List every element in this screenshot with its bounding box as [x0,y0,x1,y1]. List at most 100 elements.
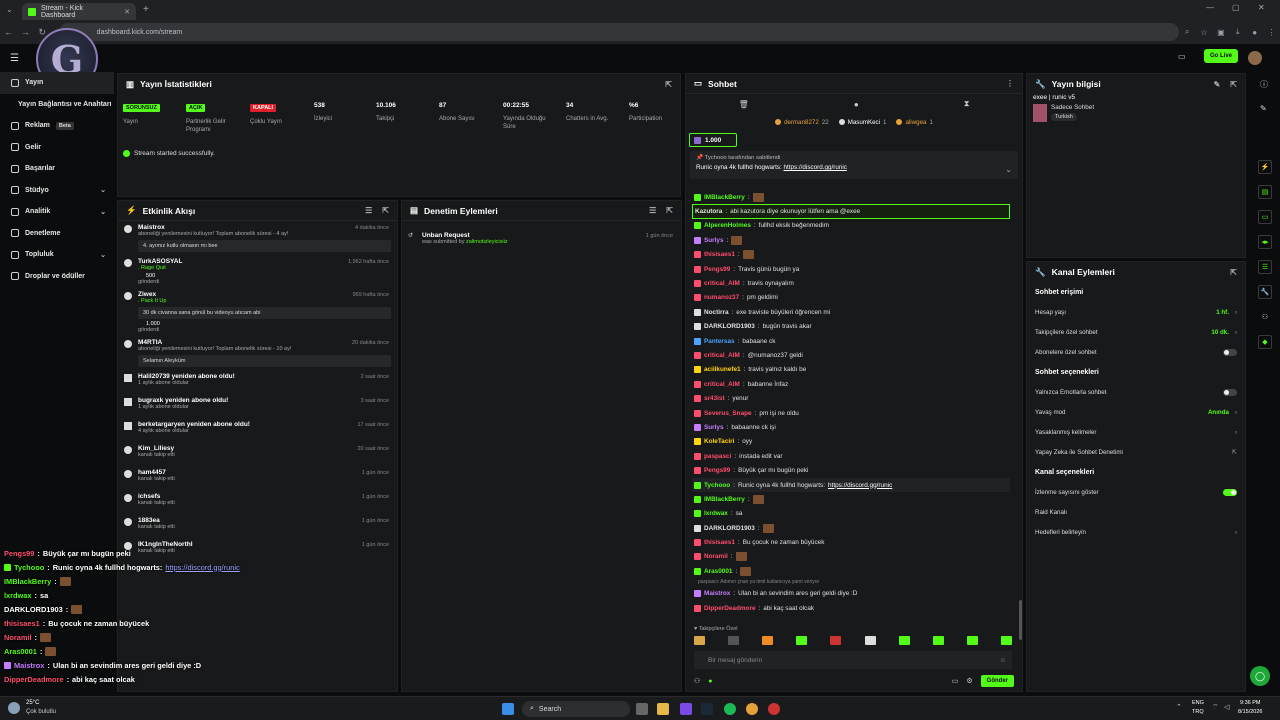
external-link-icon[interactable]: ⇱ [1232,449,1237,456]
chat-username[interactable]: Maistrox [704,590,730,597]
emoji-icon[interactable]: ☺ [999,657,1006,664]
list-icon[interactable]: ☰ [1258,260,1272,274]
channel-setting-row[interactable]: Abonelere özel sohbet [1027,342,1245,362]
sidebar-item-0[interactable]: Yayın [0,72,114,94]
chat-username[interactable]: Surlys [704,424,724,431]
lang-1[interactable]: ENG [1192,700,1204,706]
sidebar-item-8[interactable]: Topluluk ⌄ [0,244,114,266]
tab-list-icon[interactable]: ⌄ [6,5,13,14]
emote-icon[interactable] [898,636,910,645]
url-field[interactable]: dashboard.kick.com/stream [58,23,1179,41]
chevron-down-icon[interactable]: ⌄ [1005,165,1012,174]
channel-setting-row[interactable]: Yasaklanmış kelimeler › [1027,422,1245,442]
chat-username[interactable]: sr43ist [704,395,725,402]
share-icon[interactable]: ⚇ [1258,310,1272,324]
popout-icon[interactable]: ⇱ [1230,80,1237,89]
activity-row[interactable]: berketargaryen yeniden abone oldu! 4 aylı… [118,418,397,442]
activity-row[interactable]: ichsefs kanalı takip etti 1 gün önce [118,490,397,514]
chat-message[interactable]: Severus_Snape: pm işi ne oldu [686,406,1016,420]
start-icon[interactable] [502,703,514,715]
emote-icon[interactable] [1000,636,1012,645]
chat-message[interactable]: Pengs99: Büyük çar mı bugün peki [686,463,1016,477]
hourglass-icon[interactable]: ⧗ [964,99,970,109]
channel-setting-row[interactable]: Yalnızca Emotlarla sohbet [1027,382,1245,402]
clock-date[interactable]: 8/15/2026 [1238,709,1262,715]
channel-setting-row[interactable]: Hedefleri belirleyin › [1027,522,1245,542]
filter-icon[interactable]: ☰ [365,206,372,215]
chat-message[interactable]: paspasci: instada edit var [686,449,1016,463]
sidebar-item-5[interactable]: Stüdyo ⌄ [0,180,114,202]
menu-dots-icon[interactable]: ⋮ [1006,79,1014,88]
spotify-icon[interactable] [724,703,736,715]
tray-chevron-icon[interactable]: ⌃ [1176,703,1182,711]
weather-icon[interactable] [8,702,20,714]
popout-icon[interactable]: ⇱ [666,206,673,215]
chat-username[interactable]: KoleTaciri [704,438,734,445]
chat-username[interactable]: Severus_Snape [704,410,752,417]
users-icon[interactable]: ⚇ [694,677,700,685]
chat-username[interactable]: thisisaes1 [704,539,735,546]
chat-message[interactable]: critical_AIM: @numanoz37 geldi [686,348,1016,362]
chat-message[interactable]: Maistrox: Ulan bi an sevindim ares geri g… [686,587,1016,601]
toggle-switch[interactable] [1223,388,1237,396]
activity-name[interactable]: Kim_Liliesy [138,445,391,452]
sidebar-item-3[interactable]: Gelir [0,137,114,159]
chat-username[interactable]: lxrdwax [704,510,728,517]
info-icon[interactable]: ⓘ [1260,79,1268,90]
activity-row[interactable]: Maistrox aboneliği yenilemesini kutluyor!… [118,221,397,255]
kicks-badge[interactable]: 1.000 [689,133,737,147]
channel-setting-row[interactable]: İzlenme sayısını göster [1027,482,1245,502]
chat-message[interactable]: Pengs99: Travis günü bugün ya [686,262,1016,276]
activity-row[interactable]: Kim_Liliesy kanalı takip etti 20 saat önce [118,442,397,466]
chat-message[interactable]: IMBlackBerry: [686,190,1016,204]
window-maximize-icon[interactable]: ▢ [1232,3,1240,12]
chat-username[interactable]: Aras0001 [704,568,732,575]
chat-username[interactable]: critical_AIM [704,280,740,287]
activity-name[interactable]: berketargaryen yeniden abone oldu! [138,421,391,428]
download-icon[interactable]: ⤓ [1229,27,1246,37]
window-minimize-icon[interactable]: — [1206,3,1214,12]
chat-username[interactable]: paspasci [704,453,731,460]
channel-setting-row[interactable]: Yavaş mod Anında › [1027,402,1245,422]
activity-name[interactable]: ham4457 [138,469,391,476]
chat-message[interactable]: lxrdwax: sa [686,507,1016,521]
back-icon[interactable]: ← [0,27,17,37]
go-live-button[interactable]: Go Live [1203,49,1238,63]
popout-icon[interactable]: ⇱ [1230,268,1237,277]
chat-message[interactable]: Surlys: [686,233,1016,247]
wrench-icon[interactable]: 🔧 [1258,285,1272,299]
settings-icon[interactable]: ◆ [1258,335,1272,349]
emote-icon[interactable] [728,636,740,645]
pinned-link[interactable]: https://discord.gg/runic [784,164,847,171]
chat-username[interactable]: IMBlackBerry [704,496,745,503]
chat-username[interactable]: Tychooo [704,482,730,489]
chat-username[interactable]: Noctirra [704,309,729,316]
chat-username[interactable]: Noramil [704,553,728,560]
message-icon[interactable]: ● [854,100,859,109]
chat-username[interactable]: Kazutora [695,208,722,215]
chat-message[interactable]: Kazutora: abi kazutora diye okunuyor lütf… [692,204,1010,219]
channel-setting-row[interactable]: Takipçilere özel sohbet 10 dk. › [1027,322,1245,342]
sidebar-item-1[interactable]: Yayın Bağlantısı ve Anahtarı [0,94,114,116]
popout-icon[interactable]: ⇱ [382,206,389,215]
chat-message[interactable]: thisisaes1: [686,248,1016,262]
clock-time[interactable]: 9:36 PM [1240,700,1260,706]
window-close-icon[interactable]: ✕ [1258,3,1265,12]
send-button[interactable]: Gönder [980,675,1014,687]
steam-icon[interactable] [701,703,713,715]
chat-username[interactable]: critical_AIM [704,381,740,388]
chat-username[interactable]: DARKLORD1903 [704,525,755,532]
taskbar-search[interactable]: ⌕ Search [522,701,630,717]
chat-message[interactable]: Aras0001: [686,564,1016,578]
audio-icon[interactable]: ◂▸ [1258,235,1272,249]
chat-message[interactable]: aciilkunefe1: travis yalnız kaldı be [686,363,1016,377]
activity-name[interactable]: Maistrox [138,224,391,231]
forward-icon[interactable]: → [17,27,34,37]
chat-input[interactable]: Bir mesaj gönderin ☺ [694,651,1012,669]
chat-message[interactable]: Surlys: babaanne ck işi [686,420,1016,434]
chat-link[interactable]: https://discord.gg/runic [828,482,892,489]
activity-name[interactable]: 1883ea [138,517,391,524]
extensions-icon[interactable]: ▣ [1212,28,1229,37]
pen-icon[interactable]: ✎ [1260,104,1267,113]
channel-setting-row[interactable]: Hesap yaşı 1 hf. › [1027,302,1245,322]
